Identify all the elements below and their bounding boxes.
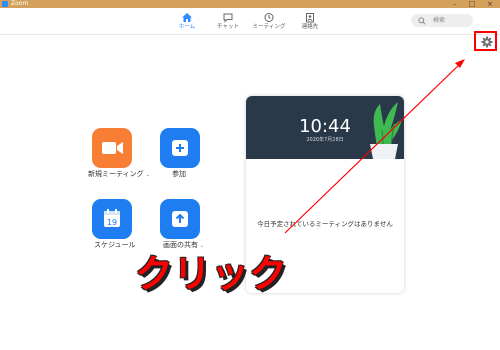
chevron-down-icon[interactable]: ⌄ bbox=[146, 172, 150, 178]
new-meeting-button[interactable] bbox=[92, 128, 132, 168]
chevron-down-icon[interactable]: ⌄ bbox=[200, 243, 204, 249]
clock-icon bbox=[264, 13, 274, 22]
window-title: Zoom bbox=[11, 0, 29, 7]
share-screen-icon bbox=[172, 211, 188, 227]
search-placeholder: 検索 bbox=[433, 17, 446, 24]
tab-meetings[interactable]: ミーティング bbox=[249, 12, 289, 32]
clock-banner: 10:44 2020年7月28日 bbox=[246, 96, 404, 159]
tab-contacts[interactable]: 連絡先 bbox=[290, 12, 330, 32]
plus-icon bbox=[172, 140, 188, 156]
contacts-icon bbox=[306, 13, 314, 23]
zoom-logo-icon bbox=[2, 1, 8, 7]
chat-icon bbox=[223, 13, 233, 23]
title-bar: Zoom – □ × bbox=[0, 0, 500, 8]
calendar-icon: 19 bbox=[104, 209, 120, 227]
calendar-day: 19 bbox=[107, 218, 117, 227]
tab-chat-label: チャット bbox=[217, 24, 239, 30]
clock-time: 10:44 bbox=[299, 116, 351, 137]
close-button[interactable]: × bbox=[483, 0, 497, 8]
tab-chat[interactable]: チャット bbox=[208, 12, 248, 32]
tab-home-label: ホーム bbox=[178, 24, 196, 30]
minimize-button[interactable]: – bbox=[448, 0, 462, 8]
share-screen-label: 画面の共有 ⌄ bbox=[163, 241, 205, 249]
video-camera-icon bbox=[102, 142, 123, 154]
no-meetings-message: 今日予定されているミーティングはありません bbox=[257, 220, 393, 228]
click-callout: クリック bbox=[135, 252, 288, 296]
tab-home[interactable]: ホーム bbox=[167, 12, 207, 32]
maximize-button[interactable]: □ bbox=[465, 0, 479, 8]
schedule-button[interactable]: 19 bbox=[92, 199, 132, 239]
zoom-window: Zoom – □ × ホーム チャット ミーティング 連絡先 検索 新規ミーティ… bbox=[0, 0, 500, 350]
tab-contacts-label: 連絡先 bbox=[301, 24, 319, 30]
share-screen-button[interactable] bbox=[160, 199, 200, 239]
search-icon bbox=[418, 17, 426, 25]
clock-date: 2020年7月28日 bbox=[306, 137, 344, 143]
schedule-label: スケジュール bbox=[94, 241, 136, 249]
join-label: 参加 bbox=[172, 170, 186, 178]
join-button[interactable] bbox=[160, 128, 200, 168]
gear-icon[interactable] bbox=[481, 36, 493, 48]
tab-meetings-label: ミーティング bbox=[252, 24, 286, 30]
home-icon bbox=[182, 13, 192, 22]
top-nav: ホーム チャット ミーティング 連絡先 検索 bbox=[0, 8, 500, 35]
search-input[interactable]: 検索 bbox=[411, 14, 473, 27]
new-meeting-label: 新規ミーティング ⌄ bbox=[88, 170, 150, 178]
